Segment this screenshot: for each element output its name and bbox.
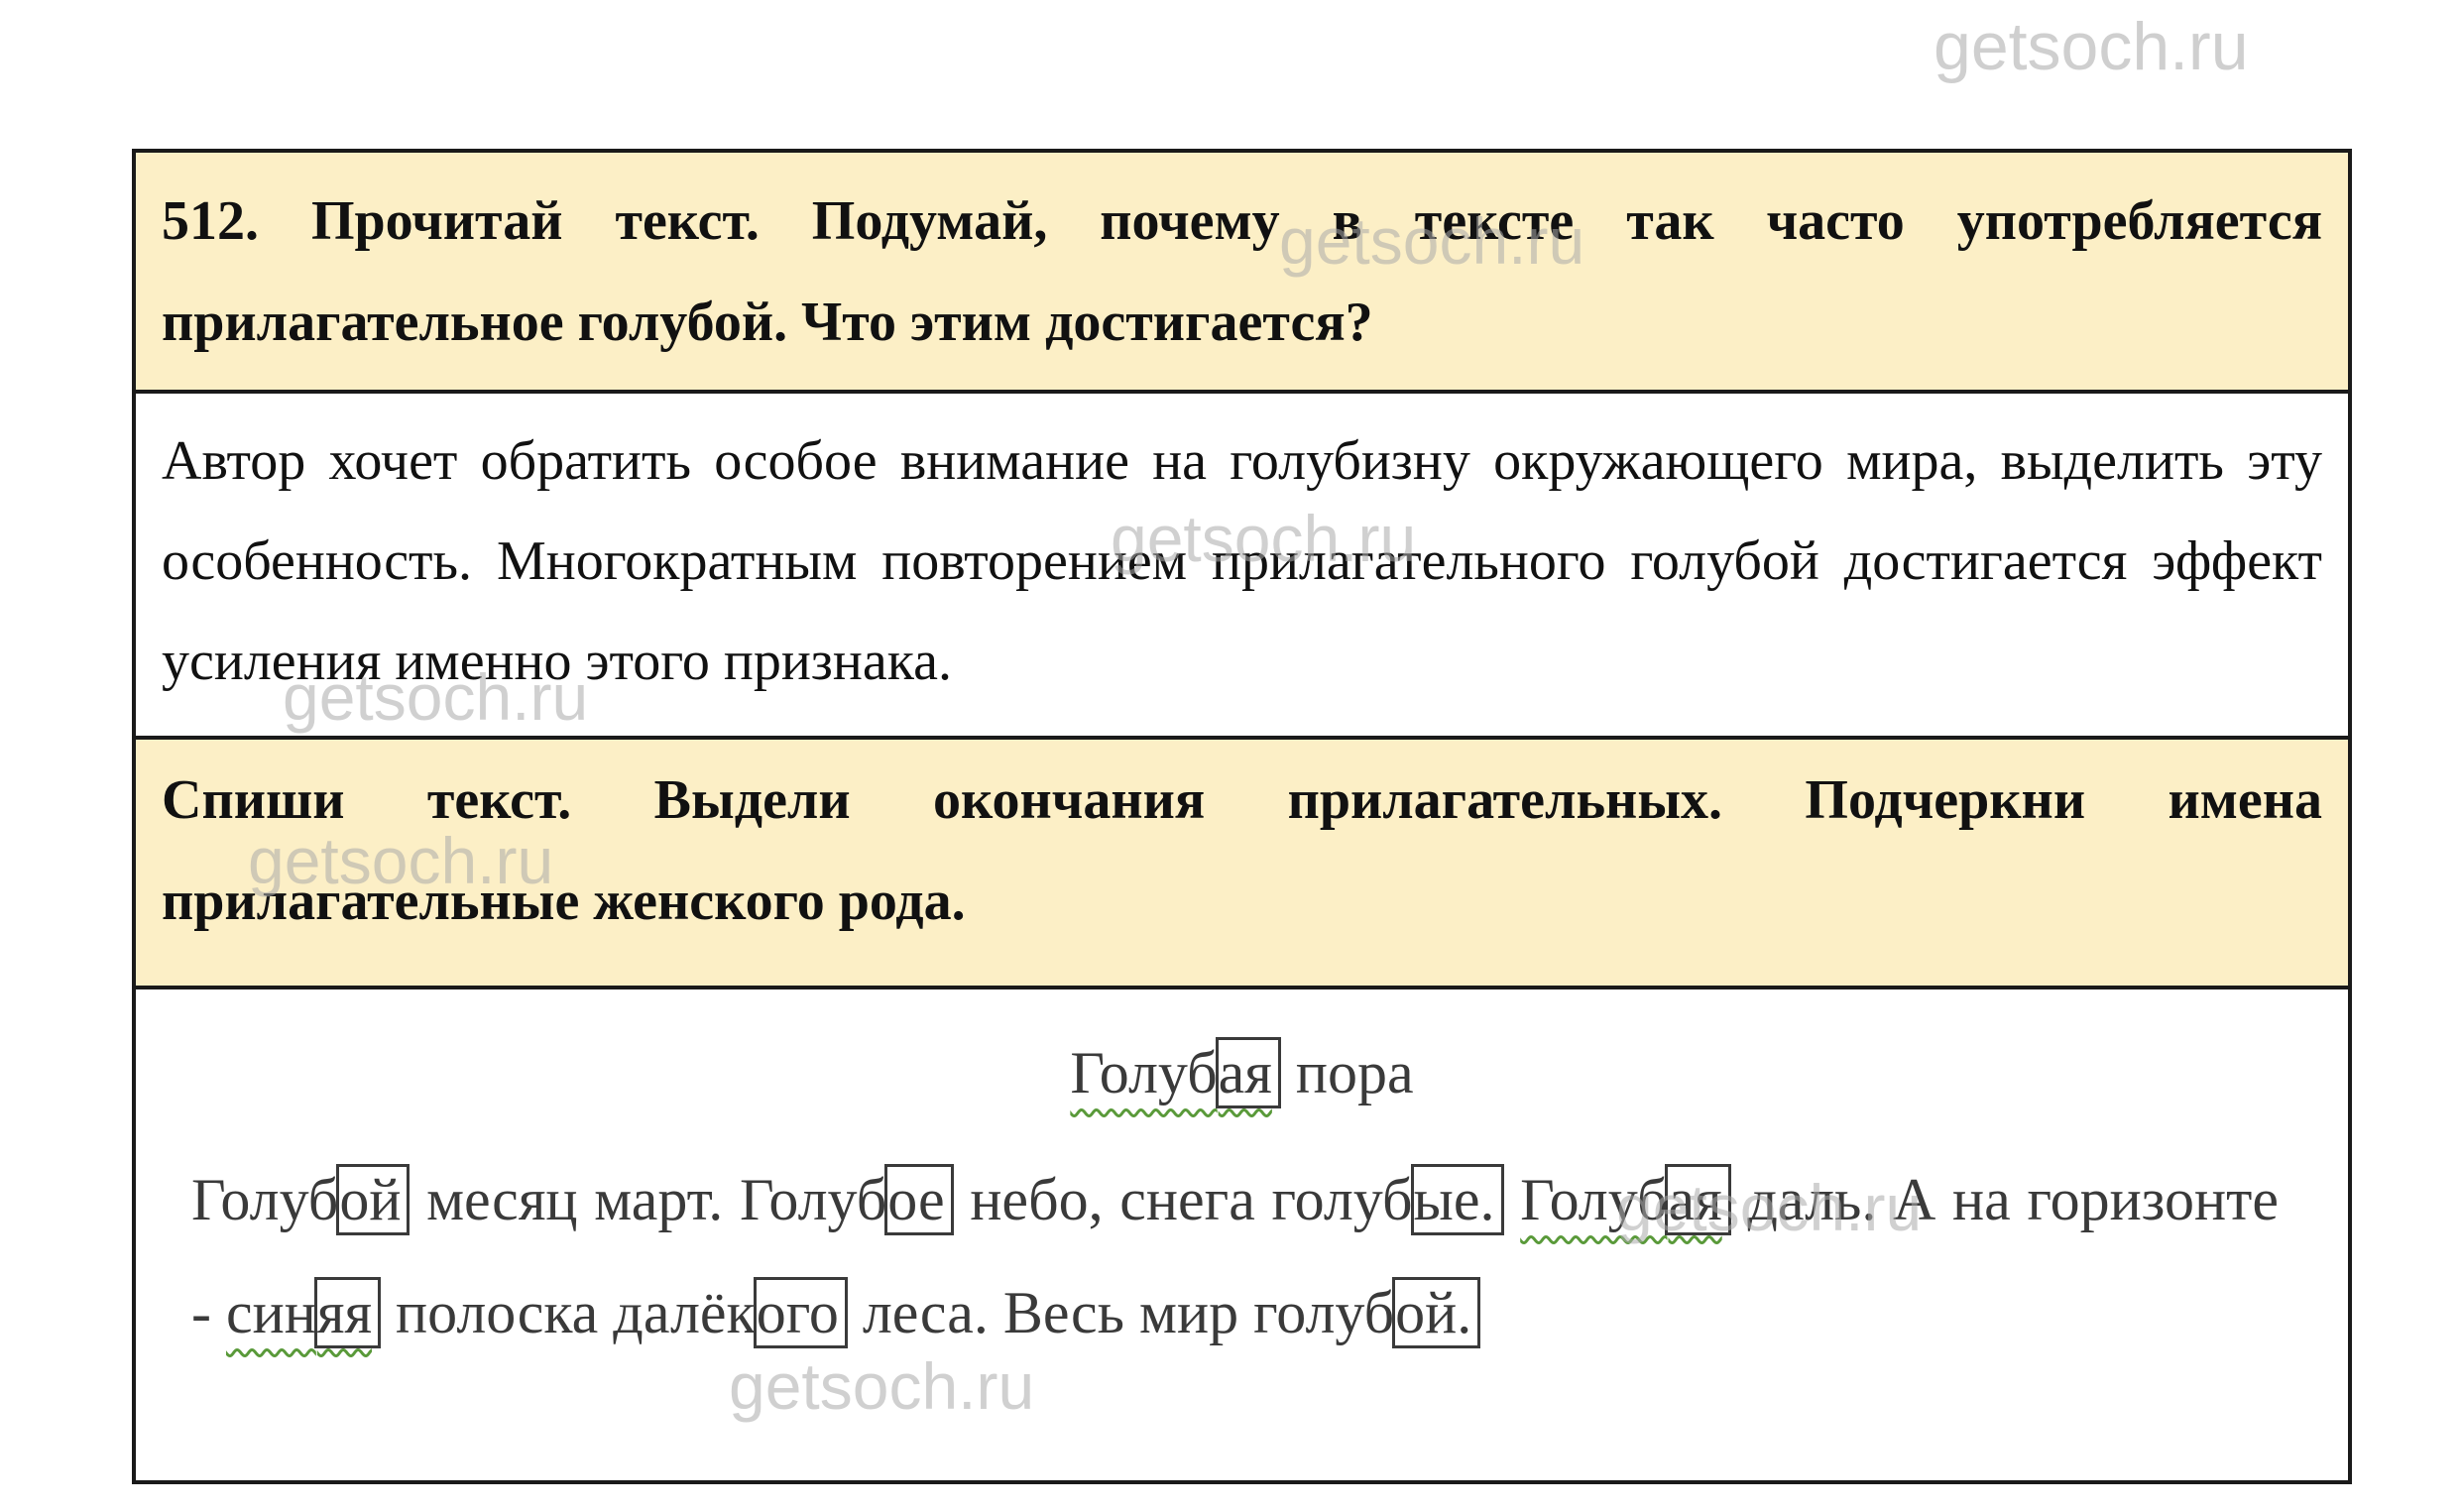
ending-box: яя [313, 1277, 382, 1348]
poem-text: Голубой месяц март. Голубое небо, снега … [191, 1143, 2279, 1369]
task-row-1: 512. Прочитай текст. Подумай, почему в т… [136, 153, 2348, 394]
ending-box: ой. [1392, 1277, 1481, 1348]
ending-box: ые. [1410, 1164, 1504, 1235]
answer-row-2: Голубая пора Голубой месяц март. Голубое… [136, 989, 2348, 1480]
watermark-top: getsoch.ru [1934, 9, 2249, 84]
ending-box: ая [1665, 1164, 1731, 1235]
ending-box: ая [1215, 1037, 1281, 1108]
feminine-adjective: Голубая [1520, 1164, 1731, 1235]
answer-row-1: Автор хочет обратить особое внимание на … [136, 394, 2348, 740]
task-2-text: Спиши текст. Выдели окончания прилагател… [162, 769, 2322, 932]
poem-title: Голубая пора [136, 1037, 2348, 1108]
ending-box: ого [753, 1277, 848, 1348]
answer-1-text: Автор хочет обратить особое внимание на … [162, 430, 2322, 692]
task-row-2: Спиши текст. Выдели окончания прилагател… [136, 740, 2348, 989]
exercise-table: 512. Прочитай текст. Подумай, почему в т… [132, 149, 2352, 1484]
ending-box: ой [336, 1164, 410, 1235]
task-1-text: 512. Прочитай текст. Подумай, почему в т… [162, 190, 2322, 353]
title-adjective: Голубая [1070, 1037, 1281, 1108]
ending-box: ое [884, 1164, 954, 1235]
feminine-adjective: синяя [226, 1277, 382, 1348]
